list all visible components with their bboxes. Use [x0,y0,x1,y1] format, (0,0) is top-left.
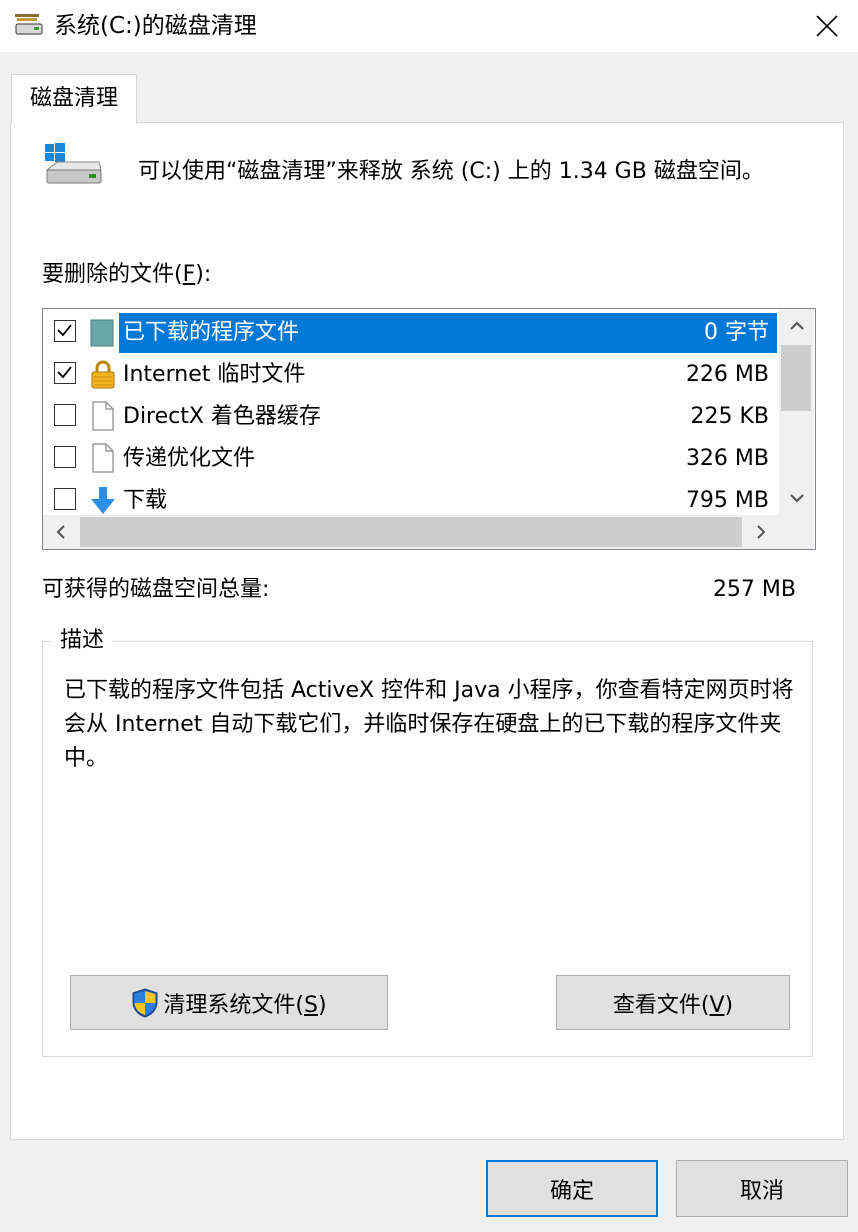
folder-icon [90,319,114,347]
lock-icon [91,360,115,389]
scroll-left-button[interactable] [43,515,79,549]
item-size: 326 MB [685,446,769,471]
vertical-scroll-thumb[interactable] [781,345,811,411]
scroll-up-button[interactable] [779,309,814,343]
chevron-left-icon [56,525,65,539]
title-bar: 系统(C:)的磁盘清理 [0,0,858,52]
file-icon [92,443,114,473]
description-text: 已下载的程序文件包括 ActiveX 控件和 Java 小程序，你查看特定网页时… [64,678,794,771]
tab-disk-cleanup[interactable]: 磁盘清理 [11,74,137,124]
item-name: 已下载的程序文件 [123,320,300,345]
files-to-delete-label: 要删除的文件(F): [42,262,212,287]
item-name: 传递优化文件 [123,446,256,471]
item-size: 0 字节 [704,320,769,345]
uac-shield-icon [132,987,158,1018]
list-item[interactable]: 已下载的程序文件 0 字节 [43,311,779,353]
view-files-label: 查看文件(V) [612,992,734,1018]
window-title: 系统(C:)的磁盘清理 [54,13,257,39]
checkbox-directx-shader-cache[interactable] [54,404,76,426]
checkbox-internet-temp-files[interactable] [54,362,76,384]
horizontal-scroll-thumb[interactable] [80,517,742,547]
chevron-up-icon [789,321,804,330]
horizontal-scrollbar[interactable] [43,515,814,549]
list-item[interactable]: Internet 临时文件 226 MB [43,353,779,395]
cancel-button[interactable]: 取消 [676,1160,848,1217]
chevron-down-icon [789,494,804,503]
item-name: DirectX 着色器缓存 [123,404,321,429]
chevron-right-icon [757,525,766,539]
item-size: 226 MB [685,362,769,387]
checkmark-icon [57,366,72,379]
checkbox-delivery-optimization-files[interactable] [54,446,76,468]
ok-button[interactable]: 确定 [486,1160,658,1217]
scroll-right-button[interactable] [743,515,779,549]
checkbox-downloads[interactable] [54,488,76,510]
free-space-info: 可以使用“磁盘清理”来释放 系统 (C:) 上的 1.34 GB 磁盘空间。 [138,159,764,184]
clean-system-files-label: 清理系统文件(S) [163,992,327,1018]
drive-icon [45,143,102,184]
download-arrow-icon [91,487,115,514]
total-space-value: 257 MB [712,577,796,602]
vertical-scrollbar[interactable] [779,309,814,515]
description-title: 描述 [52,625,113,657]
list-item[interactable]: 传递优化文件 326 MB [43,437,779,479]
list-item[interactable]: DirectX 着色器缓存 225 KB [43,395,779,437]
scroll-down-button[interactable] [779,481,814,515]
item-size: 225 KB [690,404,769,429]
files-list[interactable]: 已下载的程序文件 0 字节 Internet 临时文件 226 MB Direc… [42,308,816,550]
clean-system-files-button[interactable]: 清理系统文件(S) [70,975,388,1030]
view-files-button[interactable]: 查看文件(V) [556,975,790,1030]
checkmark-icon [57,324,72,337]
total-space-label: 可获得的磁盘空间总量: [42,577,270,602]
close-button[interactable] [796,0,858,52]
checkbox-downloaded-program-files[interactable] [54,320,76,342]
file-icon [92,401,114,431]
item-name: Internet 临时文件 [123,362,306,387]
close-icon [816,15,838,37]
disk-cleanup-app-icon [15,14,43,35]
